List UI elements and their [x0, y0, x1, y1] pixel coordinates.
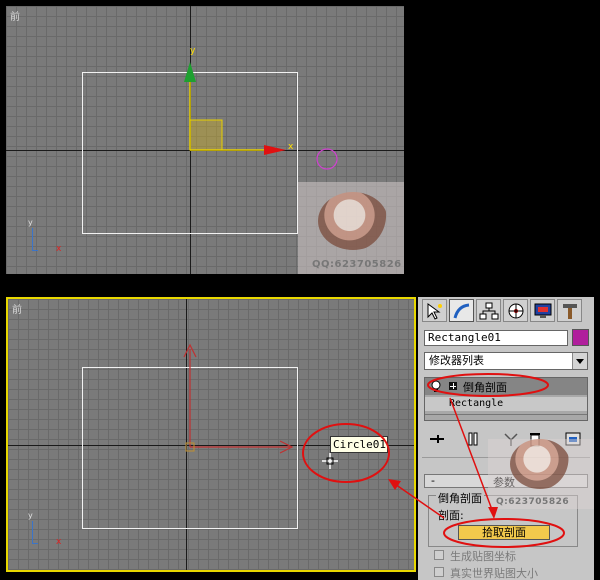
bend-curve-icon	[453, 303, 470, 319]
display-tab[interactable]	[530, 299, 555, 322]
real-world-map-size-label: 真实世界贴图大小	[450, 567, 538, 580]
collapse-icon: -	[431, 474, 435, 487]
motion-tab[interactable]	[503, 299, 528, 322]
create-tab[interactable]	[422, 299, 447, 322]
hierarchy-tab[interactable]	[476, 299, 501, 322]
gen-mapping-coords-label: 生成贴图坐标	[450, 550, 516, 563]
command-panel: Rectangle01 修改器列表 倒角剖面 Rectangle - 参数 倒角…	[418, 297, 594, 580]
inactive-gizmo	[183, 343, 294, 454]
transform-gizmo[interactable]	[6, 6, 404, 274]
display-monitor-icon	[534, 303, 552, 318]
lightbulb-icon	[431, 380, 441, 392]
gizmo-x-label: x	[288, 142, 294, 152]
hammer-icon	[563, 304, 577, 319]
utilities-tab[interactable]	[557, 299, 582, 322]
watermark-text: Q:623705826	[496, 497, 570, 507]
pin-stack-icon[interactable]	[428, 431, 446, 447]
modifier-list-dropdown[interactable]: 修改器列表	[424, 352, 588, 370]
object-name-field[interactable]: Rectangle01	[424, 330, 568, 346]
object-color-swatch[interactable]	[572, 329, 589, 346]
real-world-map-size-checkbox[interactable]	[434, 567, 444, 577]
expand-plus-icon[interactable]	[449, 382, 457, 390]
gizmo-y-label: y	[190, 46, 196, 56]
profile-label: 剖面:	[438, 509, 464, 522]
command-panel-tabs	[418, 297, 594, 325]
stack-item-rectangle[interactable]: Rectangle	[425, 397, 587, 411]
panel-watermark: Q:623705826	[488, 439, 594, 509]
modify-tab[interactable]	[449, 299, 474, 322]
modifier-stack[interactable]: 倒角剖面 Rectangle	[424, 377, 588, 421]
modifier-list-label: 修改器列表	[429, 354, 484, 367]
motion-wheel-icon	[508, 303, 524, 319]
chevron-down-icon[interactable]	[572, 353, 587, 369]
hierarchy-icon	[479, 302, 499, 320]
gen-mapping-coords-checkbox[interactable]	[434, 550, 444, 560]
stack-item-bevel-profile[interactable]: 倒角剖面	[425, 378, 587, 395]
stack-divider	[425, 414, 587, 415]
pick-profile-button[interactable]: 拾取剖面	[458, 525, 550, 540]
show-end-result-icon[interactable]	[464, 431, 482, 447]
anime-avatar-icon	[510, 439, 570, 489]
pick-tooltip: Circle01	[330, 436, 388, 453]
group-title: 倒角剖面	[436, 490, 484, 506]
bottom-viewport-active[interactable]: 前 y x	[6, 297, 416, 572]
top-viewport[interactable]: 前 y x QQ:623705826 y x	[6, 6, 404, 274]
cursor-star-icon	[427, 303, 442, 320]
